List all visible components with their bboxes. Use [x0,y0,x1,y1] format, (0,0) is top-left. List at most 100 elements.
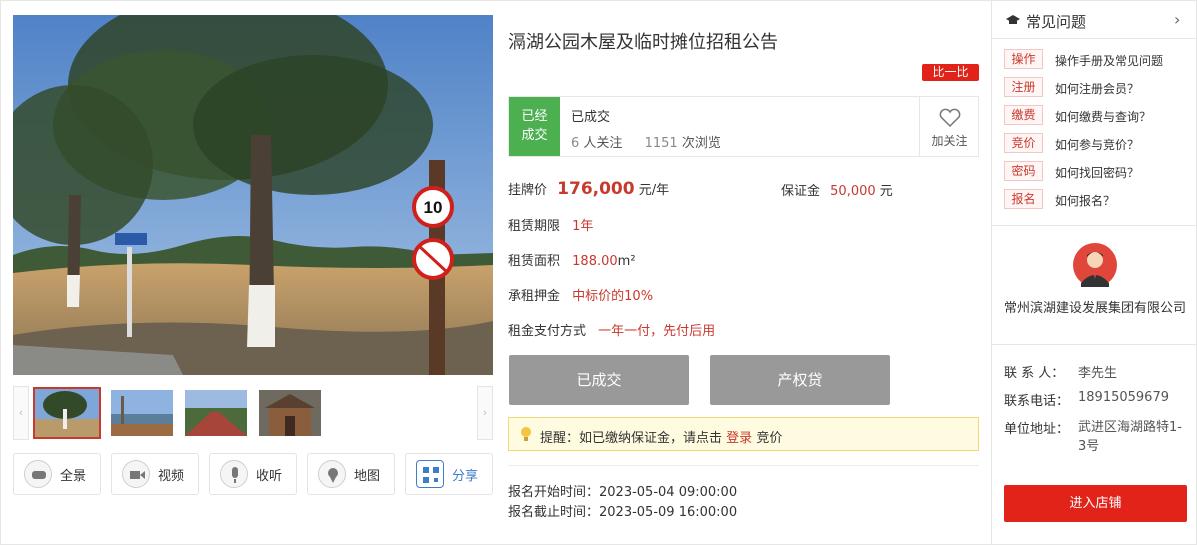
panorama-button[interactable]: 全景 [13,453,101,495]
seller-avatar [1073,243,1117,291]
lease-term-label: 租赁期限 [508,219,561,234]
followers-unit: 人关注 [583,136,623,151]
graduation-cap-icon [1006,13,1020,31]
notice-prefix: 提醒：如已缴纳保证金，请点击 [540,431,723,446]
notice-text: 提醒：如已缴纳保证金，请点击 登录 竞价 [540,427,782,446]
payment-value: 一年一付，先付后用 [598,324,716,339]
status-text: 已成交 [571,110,611,125]
deal-status-badge: 已经 成交 [509,97,560,156]
signup-start-value: 2023-05-04 09:00:00 [599,485,738,500]
faq-tag-payment[interactable]: 缴费 [1004,105,1043,125]
badge-line-1: 已经 [521,109,548,124]
faq-question-password[interactable]: 如何找回密码？ [1055,164,1139,181]
area-unit: m² [617,254,636,269]
map-label: 地图 [354,469,381,484]
faq-tag-bidding[interactable]: 竞价 [1004,133,1043,153]
park-photo-image: 10 [13,15,493,375]
faq-question-signup[interactable]: 如何报名？ [1055,192,1115,209]
microphone-icon [220,460,248,488]
listen-button[interactable]: 收听 [209,453,297,495]
stats-line: 6 人关注 1151 次浏览 [571,132,721,151]
address-value: 武进区海湖路特1-3号 [1078,420,1182,454]
notice-suffix: 竞价 [756,431,783,446]
faq-question-operate[interactable]: 操作手册及常见问题 [1055,52,1163,69]
video-button[interactable]: 视频 [111,453,199,495]
vr-glasses-icon [24,460,52,488]
pledge-label: 承租押金 [508,289,561,304]
thumbnail-3[interactable] [185,390,247,436]
chevron-right-icon: › [1174,10,1181,29]
faq-question-payment[interactable]: 如何缴费与查询？ [1055,108,1151,125]
faq-tag-register[interactable]: 注册 [1004,77,1043,97]
compare-button[interactable]: 比一比 [922,64,979,81]
signup-end-label: 报名截止时间： [508,505,600,520]
contact-value: 李先生 [1078,366,1118,381]
area-label: 租赁面积 [508,254,561,269]
pledge-row: 承租押金 中标价的10% [508,285,653,304]
listing-price-value: 176,000 [557,179,635,199]
property-loan-button[interactable]: 产权贷 [710,355,890,405]
login-link[interactable]: 登录 [726,431,752,446]
heart-icon [920,108,979,132]
signup-end-row: 报名截止时间：2023-05-09 16:00:00 [508,501,737,520]
main-photo[interactable]: 10 [13,15,493,375]
pledge-value: 中标价的10% [572,289,654,304]
right-sidebar: 常见问题 › 操作 操作手册及常见问题 注册 如何注册会员？ 缴费 如何缴费与查… [991,1,1197,544]
faq-header[interactable]: 常见问题 › [992,1,1197,39]
faq-question-register[interactable]: 如何注册会员？ [1055,80,1139,97]
badge-line-2: 成交 [521,128,548,143]
follow-label: 加关注 [931,134,968,148]
status-box: 已经 成交 已成交 6 人关注 1151 次浏览 加关注 [508,96,979,157]
video-camera-icon [122,460,150,488]
views-unit: 次浏览 [681,136,721,151]
speed-sign-text: 10 [424,198,443,217]
area-value: 188.00 [572,254,618,269]
seller-company[interactable]: 常州滨湖建设发展集团有限公司 [1002,299,1188,319]
followers-count: 6 [571,136,580,151]
payment-label: 租金支付方式 [508,324,587,339]
sidebar-separator-2 [992,344,1197,345]
share-button[interactable]: 分享 [405,453,493,495]
panorama-label: 全景 [60,469,87,484]
thumb-image-tree [35,389,99,437]
listing-price-row: 挂牌价 176,000 元/年 [508,179,669,199]
lightbulb-icon [519,425,533,447]
faq-title: 常见问题 [1026,13,1087,31]
thumbnail-strip: ‹ › [13,386,493,442]
qr-code-icon [416,460,444,488]
signup-start-label: 报名开始时间： [508,485,600,500]
follow-button[interactable]: 加关注 [919,97,979,156]
deposit-unit: 元 [879,184,893,199]
listen-label: 收听 [256,469,283,484]
payment-row: 租金支付方式 一年一付，先付后用 [508,320,715,339]
lease-term-row: 租赁期限 1年 [508,215,593,234]
faq-tag-password[interactable]: 密码 [1004,161,1043,181]
signup-start-row: 报名开始时间：2023-05-04 09:00:00 [508,481,737,500]
deposit-label: 保证金 [781,184,821,199]
thumbnail-4[interactable] [259,390,321,436]
contact-label: 联 系 人： [1004,366,1065,381]
deal-done-button[interactable]: 已成交 [509,355,689,405]
thumb-prev-button[interactable]: ‹ [13,386,29,440]
thumb-image-path [185,390,247,436]
map-pin-icon [318,460,346,488]
thumbnail-2[interactable] [111,390,173,436]
faq-tag-operate[interactable]: 操作 [1004,49,1043,69]
views-count: 1151 [644,136,678,151]
thumbnail-1[interactable] [33,387,101,439]
listing-price-unit: 元/年 [638,183,670,198]
chevron-left-icon: ‹ [18,406,24,419]
enter-store-button[interactable]: 进入店铺 [1004,485,1187,522]
map-button[interactable]: 地图 [307,453,395,495]
area-row: 租赁面积 188.00m² [508,250,636,269]
thumb-next-button[interactable]: › [477,386,493,440]
thumb-image-cabin [259,390,321,436]
phone-value: 18915059679 [1078,390,1169,405]
bid-notice: 提醒：如已缴纳保证金，请点击 登录 竞价 [508,417,979,451]
deposit-row: 保证金 50,000 元 [781,180,893,199]
faq-question-bidding[interactable]: 如何参与竞价？ [1055,136,1139,153]
signup-end-value: 2023-05-09 16:00:00 [599,505,738,520]
lease-term-value: 1年 [572,219,594,234]
faq-tag-signup[interactable]: 报名 [1004,189,1043,209]
video-label: 视频 [158,469,185,484]
